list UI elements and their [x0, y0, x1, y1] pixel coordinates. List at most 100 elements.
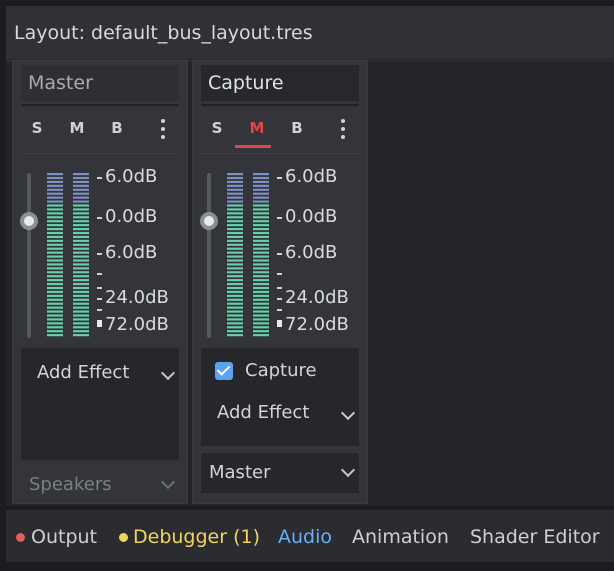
- meter-segment: [253, 271, 269, 274]
- meter-segment: [47, 334, 63, 337]
- meter-segment: [227, 196, 243, 199]
- meter-segment: [253, 247, 269, 250]
- tab-audio[interactable]: Audio: [278, 526, 332, 548]
- meter-segment: [47, 176, 63, 180]
- add-effect-button[interactable]: Add Effect: [217, 402, 309, 423]
- volume-slider-grabber[interactable]: [200, 212, 218, 230]
- bus-name-field[interactable]: Master: [21, 65, 179, 101]
- db-label: 6.0dB: [285, 242, 338, 263]
- effects-list[interactable]: Add Effect: [21, 348, 179, 460]
- meter-segment: [47, 318, 63, 321]
- meter-segment: [47, 243, 63, 246]
- meter-segment: [227, 228, 243, 231]
- meter-segment: [47, 322, 63, 325]
- meter-segment: [253, 318, 269, 321]
- meter-segment: [227, 239, 243, 242]
- meter-segment: [253, 283, 269, 286]
- meter-segment: [73, 330, 89, 333]
- meter-segment: [73, 255, 89, 258]
- meter-segment: [253, 188, 269, 191]
- meter-segment: [253, 243, 269, 246]
- meter-segment: [73, 231, 89, 235]
- meter-segment: [227, 283, 243, 286]
- meter-segment: [227, 302, 243, 305]
- meter-segment: [47, 204, 63, 207]
- meter-segment: [47, 294, 63, 297]
- meter-segment: [73, 228, 89, 231]
- send-dropdown-value: Master: [209, 462, 271, 483]
- volume-slider[interactable]: [27, 173, 31, 338]
- meter-segment: [253, 326, 269, 329]
- mute-button[interactable]: M: [247, 119, 267, 137]
- effect-item-capture[interactable]: Capture: [245, 360, 317, 381]
- level-meter-left: [47, 173, 63, 337]
- meter-segment: [227, 294, 243, 297]
- meter-segment: [227, 235, 243, 239]
- send-dropdown-value: Speakers: [29, 474, 112, 495]
- meter-segment: [73, 216, 89, 219]
- effects-list[interactable]: Capture Add Effect: [201, 348, 359, 446]
- meter-segment: [73, 220, 89, 223]
- meter-segment: [253, 334, 269, 337]
- db-tick: [97, 309, 102, 311]
- db-tick: [97, 273, 102, 275]
- meter-segment: [227, 184, 243, 187]
- meter-segment: [227, 251, 243, 254]
- add-effect-button[interactable]: Add Effect: [37, 362, 129, 383]
- bus-controls: S M B: [21, 111, 179, 151]
- bypass-button[interactable]: B: [287, 119, 307, 137]
- tab-animation[interactable]: Animation: [352, 526, 449, 548]
- meter-segment: [47, 173, 63, 176]
- db-tick: [277, 309, 282, 311]
- meter-segment: [227, 231, 243, 235]
- meter-segment: [227, 255, 243, 258]
- meter-segment: [73, 271, 89, 274]
- meter-segment: [47, 200, 63, 203]
- solo-button[interactable]: S: [27, 119, 47, 137]
- db-scale: 6.0dB 0.0dB 6.0dB 24.0dB 72.0dB: [95, 167, 185, 347]
- solo-button[interactable]: S: [207, 119, 227, 137]
- chevron-down-icon: [160, 365, 176, 381]
- meter-segment: [253, 322, 269, 325]
- db-label: 0.0dB: [285, 206, 338, 227]
- meter-segment: [73, 251, 89, 254]
- volume-slider-grabber[interactable]: [20, 212, 38, 230]
- mute-active-indicator: [235, 145, 271, 148]
- meter-segment: [73, 204, 89, 207]
- meter-segment: [73, 180, 89, 184]
- meter-segment: [47, 306, 63, 309]
- clip-indicator: [97, 320, 102, 327]
- kebab-menu-icon[interactable]: [341, 119, 347, 143]
- chevron-down-icon: [340, 462, 356, 478]
- meter-segment: [227, 204, 243, 207]
- meter-segment: [73, 235, 89, 239]
- layout-title[interactable]: Layout: default_bus_layout.tres: [14, 22, 313, 44]
- send-dropdown[interactable]: Speakers: [21, 465, 179, 505]
- bus-name-field[interactable]: Capture: [201, 65, 359, 101]
- meter-segment: [253, 279, 269, 282]
- tab-debugger[interactable]: Debugger (1): [133, 526, 260, 548]
- meter-segment: [73, 322, 89, 325]
- db-label: 72.0dB: [285, 314, 349, 335]
- mute-button[interactable]: M: [67, 119, 87, 137]
- db-label: 72.0dB: [105, 314, 169, 335]
- bypass-button[interactable]: B: [107, 119, 127, 137]
- send-dropdown[interactable]: Master: [201, 453, 359, 493]
- meter-segment: [73, 290, 89, 294]
- meter-segment: [227, 290, 243, 294]
- tab-shader-editor[interactable]: Shader Editor: [470, 526, 600, 548]
- meter-segment: [253, 173, 269, 176]
- volume-slider[interactable]: [207, 173, 211, 338]
- meter-segment: [253, 294, 269, 297]
- kebab-menu-icon[interactable]: [161, 119, 167, 143]
- meter-segment: [47, 251, 63, 254]
- tab-output[interactable]: Output: [31, 526, 97, 548]
- meter-segment: [227, 188, 243, 191]
- db-label: 6.0dB: [285, 166, 338, 187]
- db-tick: [277, 177, 282, 179]
- meter-segment: [73, 306, 89, 309]
- effect-enabled-checkbox[interactable]: [215, 362, 233, 380]
- meter-segment: [73, 212, 89, 215]
- db-tick: [277, 253, 282, 255]
- db-label: 6.0dB: [105, 166, 158, 187]
